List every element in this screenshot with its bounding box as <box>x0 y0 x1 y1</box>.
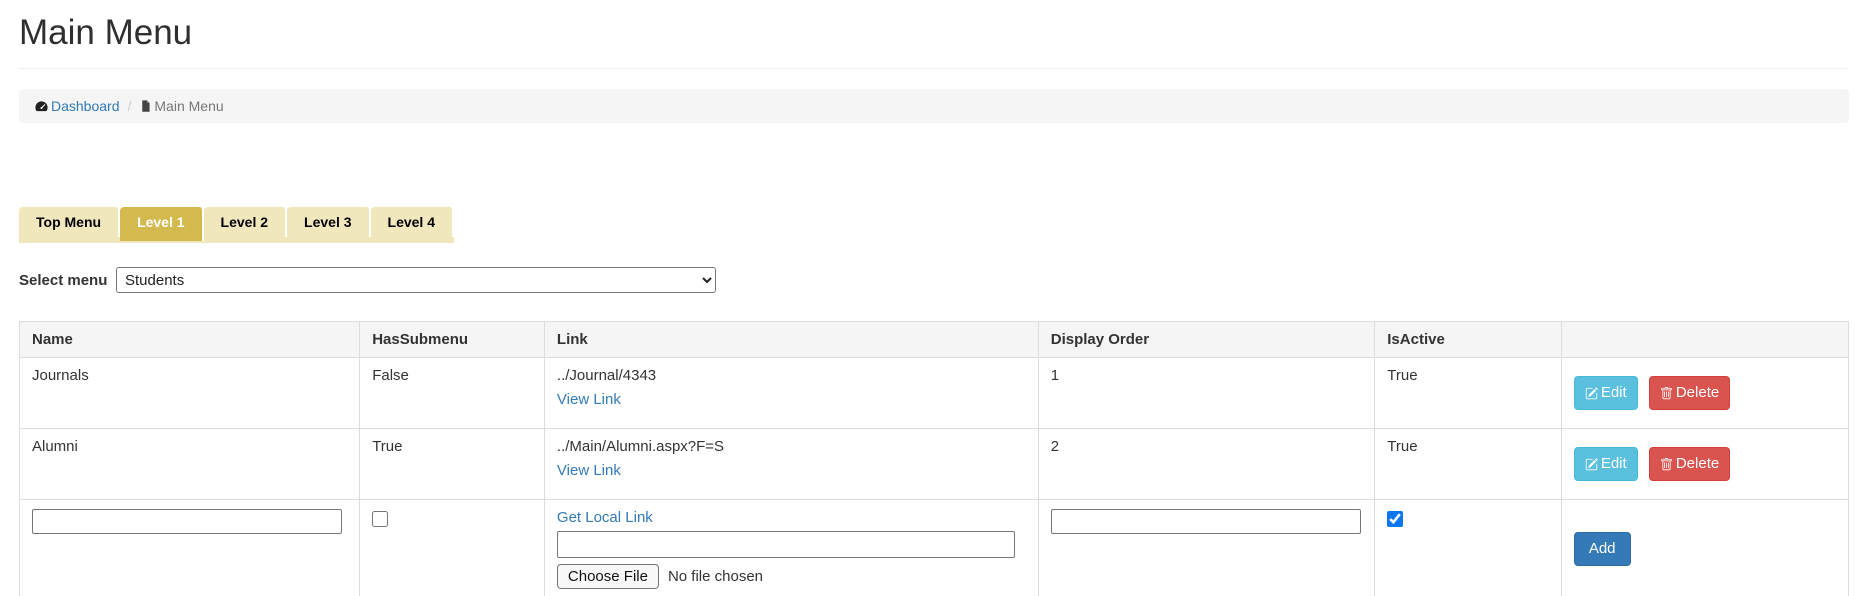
delete-button-label: Delete <box>1676 383 1719 403</box>
cell-link: ../Journal/4343 View Link <box>544 358 1038 429</box>
add-link-input[interactable] <box>557 531 1015 558</box>
file-status-text: No file chosen <box>668 568 763 585</box>
add-button[interactable]: Add <box>1574 532 1631 566</box>
cell-hassubmenu: False <box>360 358 545 429</box>
table-row: Alumni True ../Main/Alumni.aspx?F=S View… <box>20 429 1849 500</box>
table-row: Journals False ../Journal/4343 View Link… <box>20 358 1849 429</box>
select-menu-label: Select menu <box>19 272 116 289</box>
page-title: Main Menu <box>19 12 1849 54</box>
cell-name: Alumni <box>20 429 360 500</box>
menu-select[interactable]: Students <box>116 267 716 293</box>
tab-level-3[interactable]: Level 3 <box>287 207 370 237</box>
page-container: Main Menu Dashboard / Main Menu Top Menu… <box>0 12 1868 596</box>
edit-button-label: Edit <box>1601 454 1627 474</box>
breadcrumb-separator: / <box>120 98 140 114</box>
tab-top-menu[interactable]: Top Menu <box>19 207 120 237</box>
column-header-display-order: Display Order <box>1038 322 1375 358</box>
choose-file-button[interactable]: Choose File <box>557 564 659 589</box>
menu-items-table: Name HasSubmenu Link Display Order IsAct… <box>19 321 1849 596</box>
column-header-name: Name <box>20 322 360 358</box>
edit-icon <box>1585 387 1598 400</box>
file-icon <box>139 99 152 113</box>
cell-actions: Edit Delete <box>1561 358 1848 429</box>
edit-button[interactable]: Edit <box>1574 376 1638 410</box>
select-menu-row: Select menu Students <box>19 267 1849 293</box>
breadcrumb-dashboard-link[interactable]: Dashboard <box>34 98 120 114</box>
add-cell-display-order <box>1038 500 1375 596</box>
title-divider <box>19 68 1849 69</box>
delete-button[interactable]: Delete <box>1649 376 1730 410</box>
view-link[interactable]: View Link <box>557 462 621 479</box>
add-display-order-input[interactable] <box>1051 509 1361 534</box>
edit-button-label: Edit <box>1601 383 1627 403</box>
link-url: ../Main/Alumni.aspx?F=S <box>557 438 724 455</box>
breadcrumb-dashboard-label: Dashboard <box>51 98 120 114</box>
breadcrumb-current: Main Menu <box>139 98 223 114</box>
cell-isactive: True <box>1375 429 1562 500</box>
edit-icon <box>1585 458 1598 471</box>
delete-button[interactable]: Delete <box>1649 447 1730 481</box>
delete-button-label: Delete <box>1676 454 1719 474</box>
add-cell-actions: Add <box>1561 500 1848 596</box>
column-header-actions <box>1561 322 1848 358</box>
breadcrumb: Dashboard / Main Menu <box>19 89 1849 123</box>
tab-level-1[interactable]: Level 1 <box>120 207 203 241</box>
column-header-isactive: IsActive <box>1375 322 1562 358</box>
add-cell-isactive <box>1375 500 1562 596</box>
get-local-link[interactable]: Get Local Link <box>557 509 653 526</box>
cell-actions: Edit Delete <box>1561 429 1848 500</box>
tab-level-4[interactable]: Level 4 <box>371 207 454 237</box>
add-isactive-checkbox[interactable] <box>1387 511 1403 527</box>
column-header-link: Link <box>544 322 1038 358</box>
breadcrumb-current-label: Main Menu <box>154 98 223 114</box>
column-header-hassubmenu: HasSubmenu <box>360 322 545 358</box>
add-cell-link: Get Local Link Choose File No file chose… <box>544 500 1038 596</box>
cell-display-order: 2 <box>1038 429 1375 500</box>
edit-button[interactable]: Edit <box>1574 447 1638 481</box>
cell-name: Journals <box>20 358 360 429</box>
trash-icon <box>1660 387 1673 400</box>
view-link[interactable]: View Link <box>557 391 621 408</box>
cell-display-order: 1 <box>1038 358 1375 429</box>
cell-isactive: True <box>1375 358 1562 429</box>
add-name-input[interactable] <box>32 509 342 534</box>
table-header-row: Name HasSubmenu Link Display Order IsAct… <box>20 322 1849 358</box>
cell-hassubmenu: True <box>360 429 545 500</box>
file-input: Choose File No file chosen <box>557 564 1026 589</box>
menu-level-tabs: Top Menu Level 1 Level 2 Level 3 Level 4 <box>19 207 454 243</box>
link-url: ../Journal/4343 <box>557 367 656 384</box>
tab-level-2[interactable]: Level 2 <box>204 207 287 237</box>
cell-link: ../Main/Alumni.aspx?F=S View Link <box>544 429 1038 500</box>
trash-icon <box>1660 458 1673 471</box>
add-hassubmenu-checkbox[interactable] <box>372 511 388 527</box>
dashboard-icon <box>34 99 49 114</box>
add-cell-hassubmenu <box>360 500 545 596</box>
add-cell-name <box>20 500 360 596</box>
add-row: Get Local Link Choose File No file chose… <box>20 500 1849 596</box>
